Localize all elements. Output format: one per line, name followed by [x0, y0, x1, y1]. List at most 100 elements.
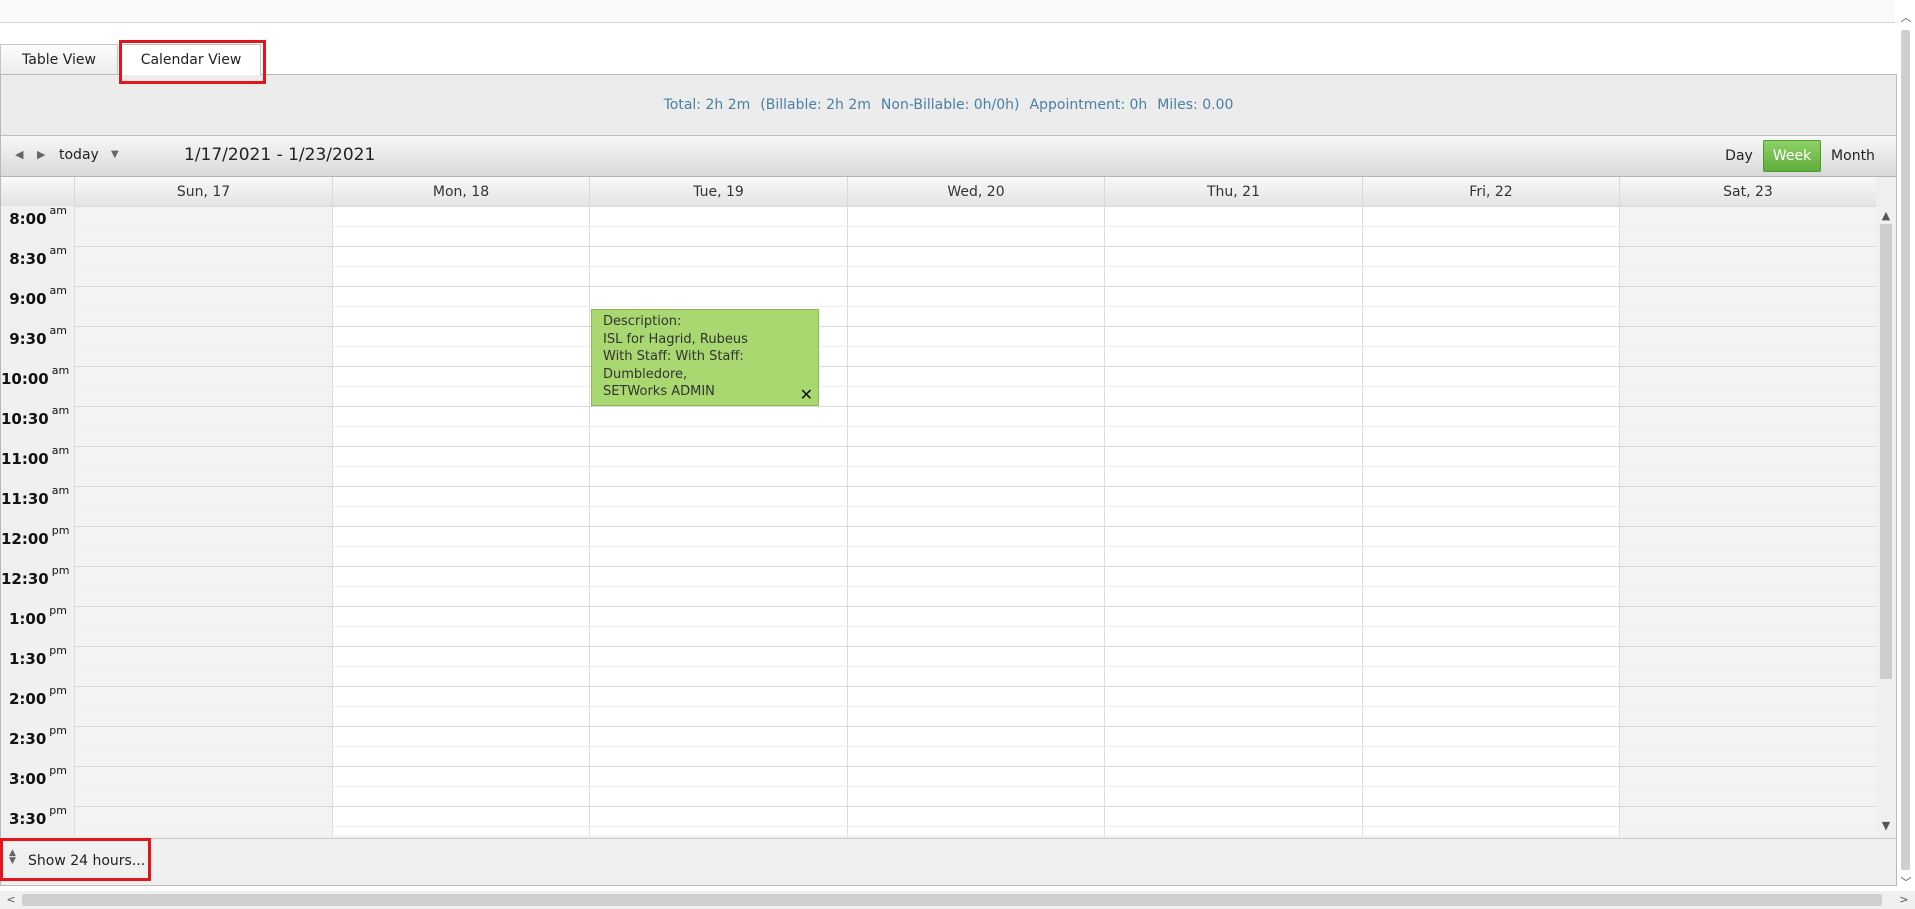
- summary-miles: Miles: 0.00: [1157, 97, 1234, 113]
- time-label: 8:30 am: [1, 244, 73, 268]
- time-value: 11:30: [1, 490, 49, 508]
- time-value: 9:30: [9, 330, 47, 348]
- prev-week-arrow-icon[interactable]: ◀: [15, 148, 23, 161]
- grid-half-line: [74, 386, 1876, 387]
- time-label: 9:30 am: [1, 324, 73, 348]
- time-value: 9:00: [9, 290, 47, 308]
- day-header-fri: Fri, 22: [1362, 177, 1619, 206]
- event-title: ISL for Hagrid, Rubeus: [603, 331, 748, 347]
- event-staff: With Staff: With Staff: Dumbledore,: [603, 349, 744, 382]
- grid-half-line: [74, 506, 1876, 507]
- event-staff-2: SETWorks ADMIN: [603, 384, 715, 399]
- today-button[interactable]: today: [59, 147, 99, 163]
- grid-line: [74, 526, 1876, 527]
- expand-hours-icon[interactable]: ▲ ▼: [9, 849, 16, 866]
- day-column-sun[interactable]: [74, 206, 332, 836]
- calendar-vertical-scrollbar[interactable]: ▲ ▼: [1876, 206, 1896, 836]
- time-period: am: [49, 324, 67, 337]
- show-24-hours-button[interactable]: Show 24 hours...: [28, 853, 145, 869]
- time-period: pm: [49, 764, 67, 777]
- page-hscroll-thumb[interactable]: [22, 894, 1882, 906]
- next-week-arrow-icon[interactable]: ▶: [37, 148, 45, 161]
- today-dropdown-caret-icon[interactable]: ▼: [111, 149, 119, 160]
- time-label: 12:30 pm: [1, 564, 73, 588]
- time-label: 11:30 am: [1, 484, 73, 508]
- grid-line: [74, 246, 1876, 247]
- grid-half-line: [74, 426, 1876, 427]
- day-column-mon[interactable]: [332, 206, 589, 836]
- day-column-fri[interactable]: [1362, 206, 1619, 836]
- time-label: 10:00 am: [1, 364, 73, 388]
- time-period: pm: [49, 724, 67, 737]
- grid-half-line: [74, 586, 1876, 587]
- time-value: 2:00: [8, 690, 47, 708]
- day-column-wed[interactable]: [847, 206, 1104, 836]
- time-period: pm: [49, 604, 67, 617]
- page-scroll-left-icon[interactable]: <: [2, 891, 20, 909]
- summary-appointment: Appointment: 0h: [1029, 97, 1148, 113]
- page-scroll-down-icon[interactable]: ﹀: [1897, 875, 1915, 891]
- time-period: pm: [49, 644, 67, 657]
- grid-line: [74, 446, 1876, 447]
- time-period: am: [51, 444, 70, 457]
- time-period: pm: [49, 804, 67, 817]
- page-scroll-right-icon[interactable]: >: [1895, 891, 1913, 909]
- time-period: am: [49, 284, 67, 297]
- time-value: 3:30: [8, 810, 47, 828]
- appointment-event[interactable]: Description: ISL for Hagrid, Rubeus With…: [591, 309, 819, 406]
- page-horizontal-scrollbar[interactable]: < >: [0, 891, 1915, 909]
- tab-table-view[interactable]: Table View: [0, 44, 118, 74]
- view-month-button[interactable]: Month: [1823, 140, 1883, 172]
- view-day-button[interactable]: Day: [1713, 140, 1765, 172]
- grid-half-line: [74, 666, 1876, 667]
- time-label: 1:30 pm: [1, 644, 73, 668]
- grid-half-line: [74, 826, 1876, 827]
- grid-line: [74, 406, 1876, 407]
- grid-half-line: [74, 706, 1876, 707]
- page-vertical-scrollbar[interactable]: ︿ ﹀: [1897, 0, 1915, 891]
- grid-line: [74, 486, 1876, 487]
- time-label: 3:30 pm: [1, 804, 73, 828]
- time-label: 2:00 pm: [1, 684, 73, 708]
- time-value: 2:30: [8, 730, 47, 748]
- time-value: 11:00: [1, 450, 49, 468]
- time-value: 8:30: [9, 250, 47, 268]
- grid-line: [74, 566, 1876, 567]
- time-label: 1:00 pm: [1, 604, 73, 628]
- time-label: 9:00 am: [1, 284, 73, 308]
- time-period: am: [51, 404, 70, 417]
- delete-event-icon[interactable]: ✕: [800, 385, 813, 404]
- day-header-tue: Tue, 19: [589, 177, 847, 206]
- time-label: 2:30 pm: [1, 724, 73, 748]
- week-grid: 8:00 am 8:30 am 9:00 am 9:30 am 10:00 am 10:30 am 11…: [1, 206, 1876, 836]
- tab-calendar-view[interactable]: Calendar View: [121, 44, 261, 75]
- page-scroll-thumb[interactable]: [1901, 30, 1910, 870]
- day-header-wed: Wed, 20: [847, 177, 1104, 206]
- time-label: 10:30 am: [1, 404, 73, 428]
- time-period: pm: [49, 684, 67, 697]
- grid-half-line: [74, 266, 1876, 267]
- scroll-down-arrow-icon[interactable]: ▼: [1876, 818, 1896, 834]
- time-label: 3:00 pm: [1, 764, 73, 788]
- day-column-tue[interactable]: [589, 206, 847, 836]
- scroll-up-arrow-icon[interactable]: ▲: [1876, 208, 1896, 224]
- time-value: 3:00: [8, 770, 47, 788]
- calendar-footer: ▲ ▼ Show 24 hours...: [1, 838, 1896, 885]
- grid-half-line: [74, 626, 1876, 627]
- view-week-button[interactable]: Week: [1763, 140, 1821, 172]
- day-column-thu[interactable]: [1104, 206, 1362, 836]
- grid-half-line: [74, 786, 1876, 787]
- calendar-toolbar: ◀ ▶ today ▼ 1/17/2021 - 1/23/2021 Day We…: [1, 136, 1896, 177]
- day-column-sat[interactable]: [1619, 206, 1876, 836]
- day-header-sat: Sat, 23: [1619, 177, 1876, 206]
- event-description-label: Description:: [603, 314, 682, 329]
- scrollbar-thumb[interactable]: [1880, 224, 1892, 679]
- summary-billable: (Billable: 2h 2m: [760, 97, 871, 113]
- day-header-mon: Mon, 18: [332, 177, 589, 206]
- top-strip: [0, 0, 1895, 23]
- time-value: 12:30: [1, 570, 49, 588]
- time-value: 10:00: [1, 370, 49, 388]
- time-period: am: [49, 206, 67, 217]
- page-scroll-up-icon[interactable]: ︿: [1897, 10, 1915, 26]
- time-value: 8:00: [9, 210, 47, 228]
